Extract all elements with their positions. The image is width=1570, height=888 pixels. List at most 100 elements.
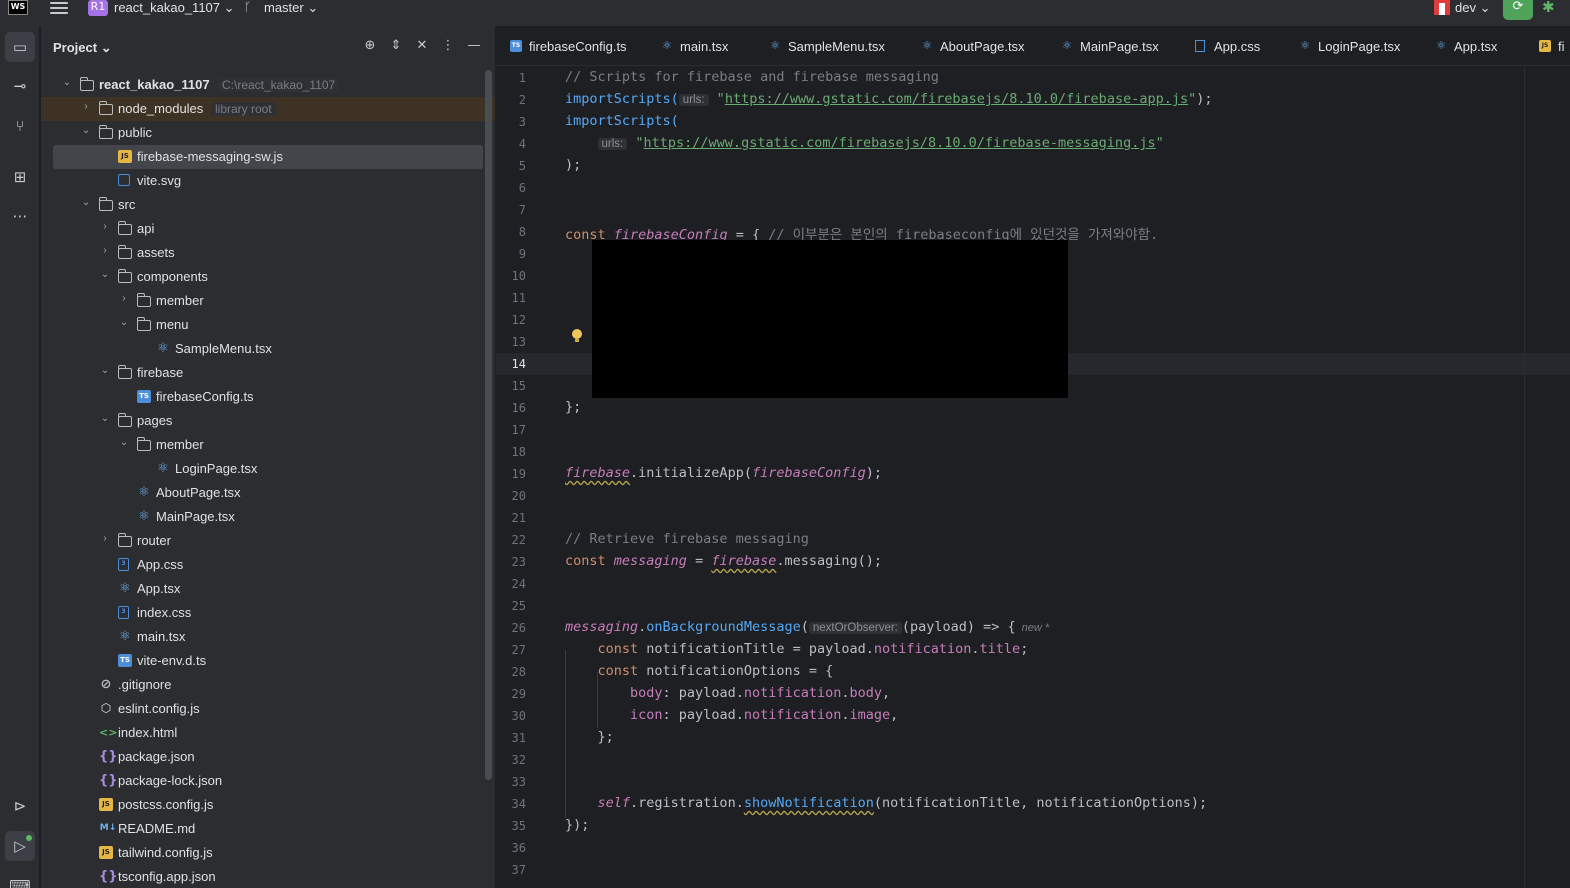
terminal-icon[interactable]: ⌨ xyxy=(5,871,35,888)
collapse-all-icon[interactable]: ✕ xyxy=(413,38,431,53)
pull-request-icon[interactable]: ⑂ xyxy=(5,111,35,141)
chevron-down-icon[interactable]: ⌄ xyxy=(99,413,111,424)
line-number: 2 xyxy=(518,93,526,107)
tree-folder[interactable]: ⌄ src xyxy=(41,193,481,217)
chevron-right-icon[interactable]: › xyxy=(80,101,92,112)
tree-file[interactable]: ⚛ SampleMenu.tsx xyxy=(41,337,481,361)
tree-file[interactable]: {} package.json xyxy=(41,745,481,769)
expand-all-icon[interactable]: ⇕ xyxy=(387,38,405,53)
code-line-29: body: payload.notification.body, xyxy=(630,685,891,701)
tree-folder[interactable]: ⌄ member xyxy=(41,433,481,457)
chevron-down-icon[interactable]: ⌄ xyxy=(99,365,111,376)
run-icon[interactable]: ⟳ xyxy=(1503,0,1533,20)
tree-file[interactable]: <> index.html xyxy=(41,721,481,745)
tree-item-label: member xyxy=(156,437,204,452)
tree-item-label: .gitignore xyxy=(118,677,172,692)
options-icon[interactable]: ⋮ xyxy=(439,38,457,53)
chevron-right-icon[interactable]: › xyxy=(118,293,130,304)
tree-file[interactable]: TS vite-env.d.ts xyxy=(41,649,481,673)
chevron-down-icon: ⌄ xyxy=(307,0,319,15)
chevron-right-icon[interactable]: › xyxy=(99,221,111,232)
debug-icon[interactable]: ✱ xyxy=(1542,0,1555,16)
tree-folder[interactable]: ⌄ firebase xyxy=(41,361,481,385)
hide-icon[interactable]: — xyxy=(465,38,483,53)
project-badge[interactable]: R1 xyxy=(88,0,108,16)
tree-folder[interactable]: › member xyxy=(41,289,481,313)
chevron-down-icon[interactable]: ⌄ xyxy=(99,269,111,280)
tree-folder[interactable]: ⌄ pages xyxy=(41,409,481,433)
json-file-icon: {} xyxy=(99,749,118,764)
chevron-down-icon[interactable]: ⌄ xyxy=(61,77,73,88)
tree-file[interactable]: JS firebase-messaging-sw.js xyxy=(53,145,483,169)
code-line-22: // Retrieve firebase messaging xyxy=(565,531,809,547)
tree-item-label: assets xyxy=(137,245,175,260)
chevron-down-icon[interactable]: ⌄ xyxy=(118,317,130,328)
react-icon: ⚛ xyxy=(138,485,150,500)
tree-file[interactable]: ⚛ main.tsx xyxy=(41,625,481,649)
tree-file[interactable]: JS tailwind.config.js xyxy=(41,841,481,865)
locate-icon[interactable]: ⊕ xyxy=(361,38,379,53)
tree-folder[interactable]: › assets xyxy=(41,241,481,265)
tree-item-label: main.tsx xyxy=(137,629,186,644)
folder-icon xyxy=(118,269,132,283)
line-number: 17 xyxy=(511,423,526,437)
editor: TS firebaseConfig.ts ⚛ main.tsx ⚛ SampleMenu.… xyxy=(496,26,1570,888)
branch-switcher[interactable]: master ⌄ xyxy=(264,0,318,16)
tree-item-label: vite.svg xyxy=(137,173,182,188)
tree-file[interactable]: ⚛ MainPage.tsx xyxy=(41,505,481,529)
services-icon[interactable]: ⊳ xyxy=(5,791,35,821)
tree-file[interactable]: JS postcss.config.js xyxy=(41,793,481,817)
line-number: 28 xyxy=(511,665,526,679)
tree-item-label: README.md xyxy=(118,821,196,836)
eslint-icon: ⬡ xyxy=(100,701,112,715)
run-config-selector[interactable]: dev ⌄ xyxy=(1455,0,1491,16)
line-number: 36 xyxy=(511,841,526,855)
lightbulb-icon[interactable] xyxy=(572,329,582,343)
tree-file[interactable]: 3 index.css xyxy=(41,601,481,625)
code-line-30: icon: payload.notification.image, xyxy=(630,707,899,723)
tree-file[interactable]: 3 App.css xyxy=(41,553,481,577)
chevron-right-icon[interactable]: › xyxy=(99,533,111,544)
tree-folder[interactable]: › api xyxy=(41,217,481,241)
tree-folder[interactable]: › router xyxy=(41,529,481,553)
tree-folder[interactable]: ⌄ menu xyxy=(41,313,481,337)
more-icon[interactable]: ⋯ xyxy=(5,201,35,231)
folder-icon[interactable]: ▭ xyxy=(5,32,35,62)
chevron-right-icon[interactable]: › xyxy=(99,245,111,256)
tree-file[interactable]: ⬡ eslint.config.js xyxy=(41,697,481,721)
chevron-down-icon[interactable]: ⌄ xyxy=(80,125,92,136)
tree-file[interactable]: vite.svg xyxy=(41,169,481,193)
tree-folder[interactable]: › node_modules library root xyxy=(41,97,495,121)
line-number: 15 xyxy=(511,379,526,393)
code-line-4: urls: "https://www.gstatic.com/firebasej… xyxy=(565,135,1164,157)
tree-file[interactable]: ⚛ App.tsx xyxy=(41,577,481,601)
tree-item-label: pages xyxy=(137,413,173,428)
tree-file[interactable]: {} package-lock.json xyxy=(41,769,481,793)
tree-scrollbar[interactable] xyxy=(485,70,492,780)
tree-item-label: eslint.config.js xyxy=(118,701,200,716)
project-view-selector[interactable]: Project ⌄ xyxy=(53,40,112,56)
commit-icon[interactable]: ⊸ xyxy=(5,71,35,101)
tree-file[interactable]: ⊘ .gitignore xyxy=(41,673,481,697)
run-icon[interactable]: ▷ xyxy=(5,831,35,861)
line-number: 23 xyxy=(511,555,526,569)
project-switcher[interactable]: react_kakao_1107 ⌄ xyxy=(114,0,235,16)
react-icon: ⚛ xyxy=(157,461,169,476)
git-branch-icon: ᚴ xyxy=(244,0,252,14)
tree-file[interactable]: TS firebaseConfig.ts xyxy=(41,385,481,409)
code-line-23: const messaging = firebase.messaging(); xyxy=(565,553,883,569)
tab-label: MainPage.tsx xyxy=(1080,39,1159,54)
chevron-down-icon[interactable]: ⌄ xyxy=(80,197,92,208)
chevron-down-icon[interactable]: ⌄ xyxy=(118,437,130,448)
tree-folder[interactable]: ⌄ react_kakao_1107 C:\react_kakao_1107 xyxy=(41,73,481,97)
line-number: 34 xyxy=(511,797,526,811)
hamburger-icon[interactable] xyxy=(50,0,68,14)
structure-icon[interactable]: ⊞ xyxy=(5,162,35,192)
tree-folder[interactable]: ⌄ public xyxy=(41,121,481,145)
svg-file-icon xyxy=(118,174,130,186)
tree-file[interactable]: ⚛ LoginPage.tsx xyxy=(41,457,481,481)
tree-file[interactable]: {} tsconfig.app.json xyxy=(41,865,481,888)
tree-file[interactable]: M↓ README.md xyxy=(41,817,481,841)
tree-folder[interactable]: ⌄ components xyxy=(41,265,481,289)
tree-file[interactable]: ⚛ AboutPage.tsx xyxy=(41,481,481,505)
